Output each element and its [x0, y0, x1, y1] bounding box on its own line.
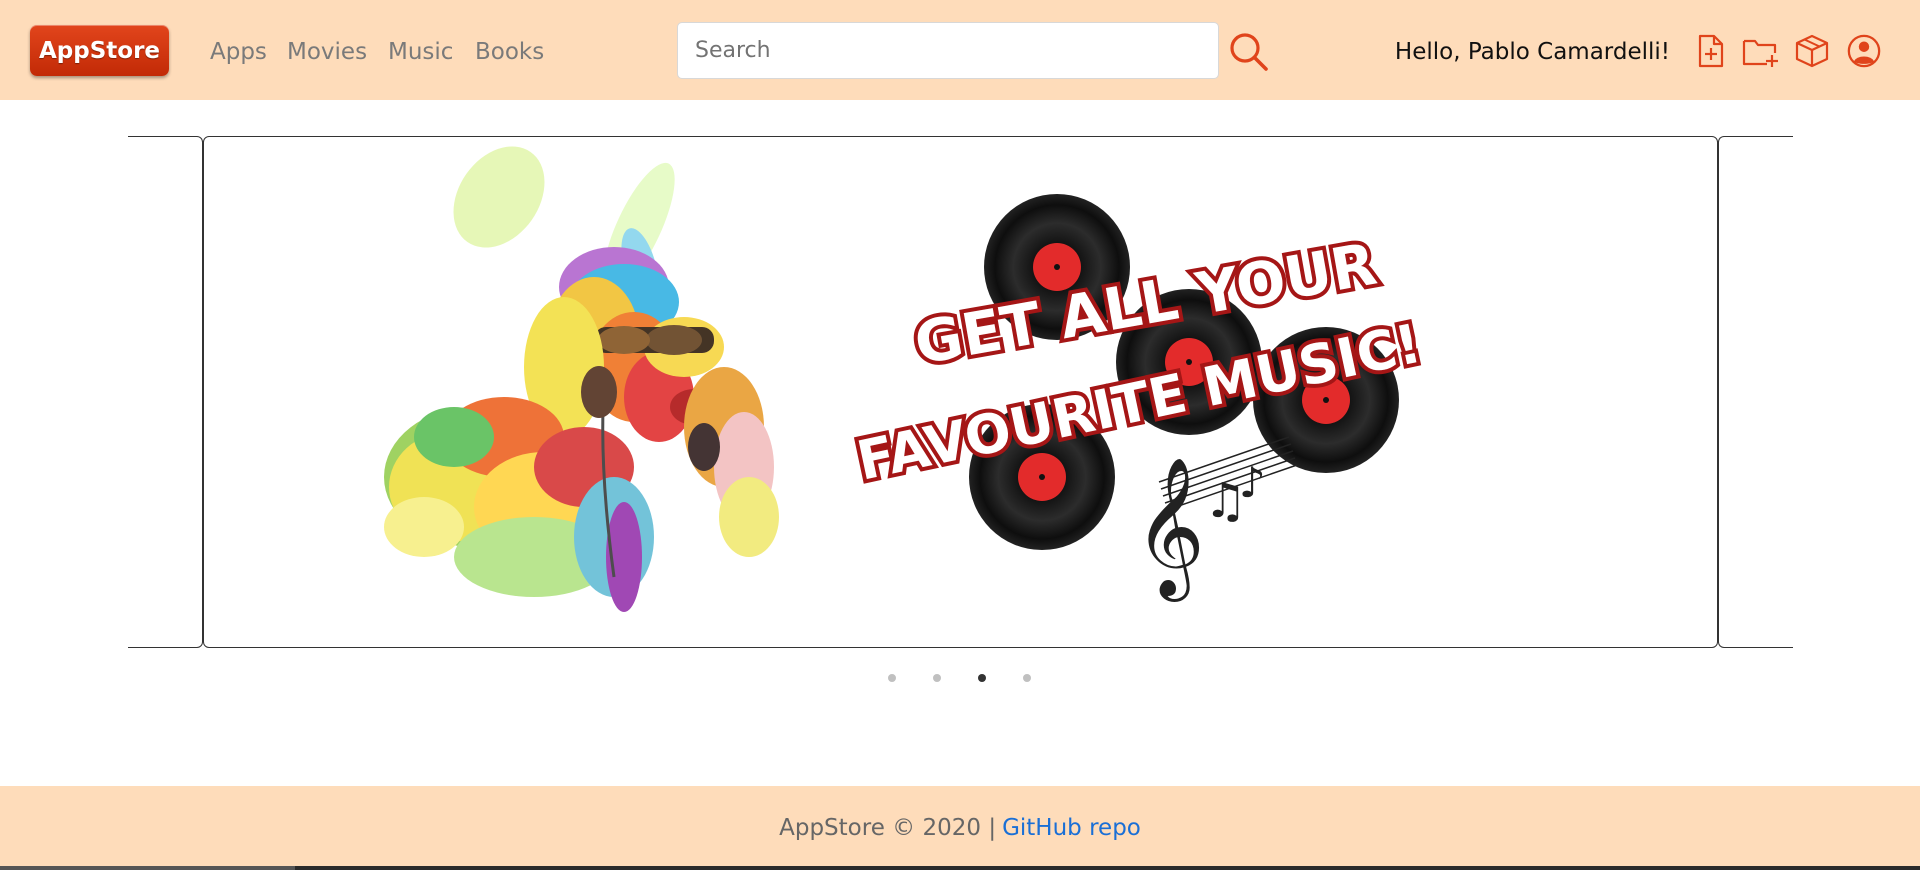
navbar: AppStore Apps Movies Music Books Hello, … — [0, 0, 1920, 100]
nav-link-music[interactable]: Music — [388, 38, 453, 66]
carousel-prev-slide[interactable] — [128, 136, 203, 648]
carousel-dot-3[interactable] — [978, 674, 986, 682]
carousel-next-slide[interactable] — [1718, 136, 1793, 648]
carousel-dot-1[interactable] — [888, 674, 896, 682]
github-repo-link[interactable]: GitHub repo — [1002, 815, 1141, 841]
search-input[interactable] — [677, 22, 1219, 79]
dj-illustration — [384, 146, 779, 612]
file-plus-icon[interactable] — [1692, 33, 1728, 69]
carousel-dot-4[interactable] — [1023, 674, 1031, 682]
user-greeting: Hello, Pablo Camardelli! — [1394, 39, 1670, 65]
nav-link-books[interactable]: Books — [475, 38, 544, 66]
box-icon[interactable] — [1793, 33, 1831, 69]
music-notes-decoration: 𝄞 ♫ ♪ — [1134, 436, 1298, 602]
folder-plus-icon[interactable] — [1741, 33, 1781, 69]
footer: AppStore © 2020 | GitHub repo — [0, 786, 1920, 870]
nav-link-movies[interactable]: Movies — [287, 38, 367, 66]
search-icon[interactable] — [1228, 31, 1270, 73]
footer-copyright: AppStore © 2020 | — [779, 815, 997, 841]
carousel-dot-2[interactable] — [933, 674, 941, 682]
user-circle-icon[interactable] — [1845, 33, 1883, 69]
nav-link-apps[interactable]: Apps — [210, 38, 267, 66]
appstore-logo[interactable]: AppStore — [30, 25, 169, 76]
svg-text:♪: ♪ — [1239, 458, 1266, 507]
music-banner-image: 𝄞 ♫ ♪ GET ALL YOUR FAVOURITE MUSIC! — [384, 146, 1431, 612]
carousel-slide-music[interactable]: 𝄞 ♫ ♪ GET ALL YOUR FAVOURITE MUSIC! — [203, 136, 1718, 648]
svg-text:𝄞: 𝄞 — [1134, 457, 1205, 602]
carousel-indicators — [880, 672, 1040, 684]
window-bottom-edge — [0, 866, 1920, 870]
